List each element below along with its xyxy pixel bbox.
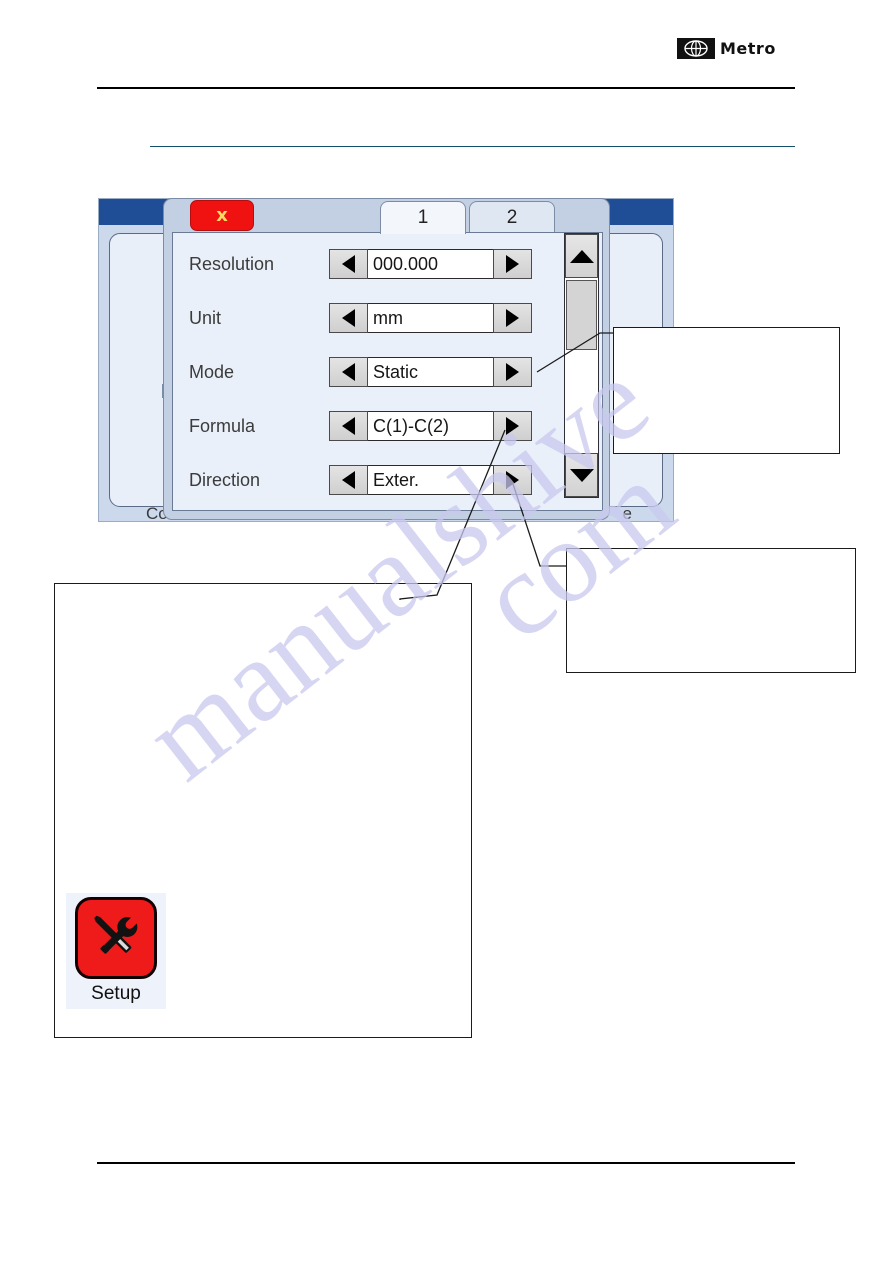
- unit-prev-button[interactable]: [329, 303, 368, 333]
- right-arrow-icon: [506, 255, 519, 273]
- label-formula: Formula: [189, 416, 256, 436]
- mode-next-button[interactable]: [493, 357, 532, 387]
- callout-lower-text: [567, 549, 855, 567]
- right-arrow-icon: [506, 363, 519, 381]
- formula-value[interactable]: C(1)-C(2): [368, 411, 493, 441]
- direction-prev-button[interactable]: [329, 465, 368, 495]
- tab-2[interactable]: 2: [469, 201, 555, 232]
- label-resolution: Resolution: [189, 254, 275, 274]
- label-mode: Mode: [189, 362, 235, 382]
- left-arrow-icon: [342, 255, 355, 273]
- spinner-direction: Exter.: [329, 465, 532, 495]
- resolution-prev-button[interactable]: [329, 249, 368, 279]
- formula-prev-button[interactable]: [329, 411, 368, 441]
- footer-rule: [97, 1162, 795, 1164]
- unit-next-button[interactable]: [493, 303, 532, 333]
- right-arrow-icon: [506, 309, 519, 327]
- label-direction: Direction: [189, 470, 261, 490]
- section-rule: [150, 146, 795, 147]
- dialog-scrollbar[interactable]: [564, 233, 599, 498]
- callout-upper: [613, 327, 840, 454]
- formula-next-button[interactable]: [493, 411, 532, 441]
- scroll-down-arrow-icon: [569, 468, 594, 482]
- app-right-label: e: [622, 504, 632, 523]
- left-arrow-icon: [342, 363, 355, 381]
- scrollbar-thumb[interactable]: [566, 280, 597, 350]
- spinner-mode: Static: [329, 357, 532, 387]
- field-row-mode: Mode Static: [173, 355, 602, 389]
- scroll-up-button[interactable]: [565, 234, 598, 278]
- direction-next-button[interactable]: [493, 465, 532, 495]
- label-unit: Unit: [189, 308, 222, 328]
- close-button[interactable]: x: [190, 200, 254, 231]
- header-rule: [97, 87, 795, 89]
- right-arrow-icon: [506, 417, 519, 435]
- direction-value[interactable]: Exter.: [368, 465, 493, 495]
- field-row-resolution: Resolution 000.000: [173, 247, 602, 281]
- resolution-value[interactable]: 000.000: [368, 249, 493, 279]
- callout-lower: [566, 548, 856, 673]
- scroll-up-arrow-icon: [569, 249, 594, 263]
- callout-upper-text: [614, 328, 839, 346]
- mode-prev-button[interactable]: [329, 357, 368, 387]
- left-arrow-icon: [342, 309, 355, 327]
- dialog-body: Resolution 000.000 Unit mm Mode Static F…: [172, 232, 603, 511]
- spinner-resolution: 000.000: [329, 249, 532, 279]
- settings-dialog: x 1 2 Resolution 000.000 Unit mm Mode St…: [163, 198, 610, 520]
- resolution-next-button[interactable]: [493, 249, 532, 279]
- wrench-screwdriver-icon: [75, 897, 157, 979]
- field-row-unit: Unit mm: [173, 301, 602, 335]
- unit-value[interactable]: mm: [368, 303, 493, 333]
- metro-logo: Metro: [677, 38, 785, 59]
- metro-wordmark: Metro: [715, 38, 785, 59]
- right-arrow-icon: [506, 471, 519, 489]
- callout-big-text: [55, 584, 471, 602]
- callout-big: Setup: [54, 583, 472, 1038]
- spinner-unit: mm: [329, 303, 532, 333]
- setup-app-tile[interactable]: Setup: [66, 893, 166, 1009]
- setup-label: Setup: [91, 983, 141, 1004]
- globe-icon: [677, 38, 715, 59]
- scroll-down-button[interactable]: [565, 453, 598, 497]
- spinner-formula: C(1)-C(2): [329, 411, 532, 441]
- field-row-direction: Direction Exter.: [173, 463, 602, 497]
- left-arrow-icon: [342, 471, 355, 489]
- left-arrow-icon: [342, 417, 355, 435]
- tab-1[interactable]: 1: [380, 201, 466, 234]
- mode-value[interactable]: Static: [368, 357, 493, 387]
- field-row-formula: Formula C(1)-C(2): [173, 409, 602, 443]
